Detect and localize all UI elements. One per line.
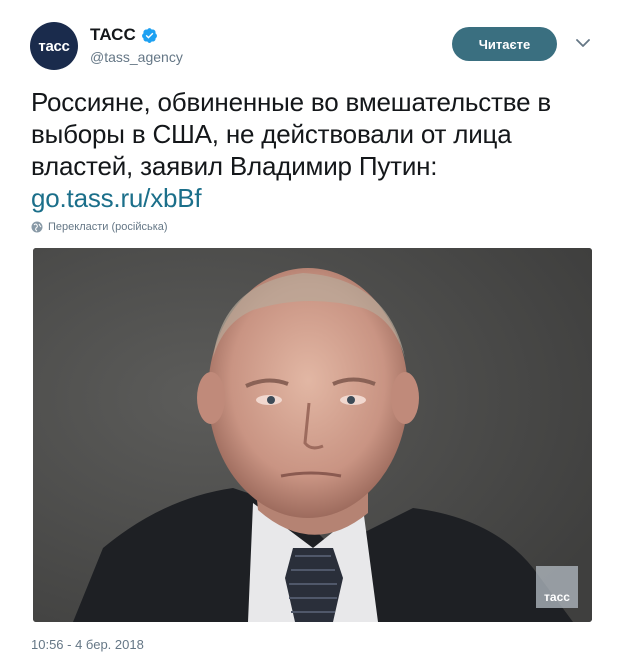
chevron-down-icon[interactable] [576,38,590,48]
tweet-text: Россияне, обвиненные во вмешательстве в … [31,87,551,181]
translate-label[interactable]: Перекласти (російська) [48,221,168,233]
tweet-timestamp[interactable]: 10:56 - 4 бер. 2018 [31,637,144,652]
tweet-text-block: Россияне, обвиненные во вмешательстве в … [31,86,601,214]
display-name[interactable]: ТАСС [90,25,136,45]
tweet-photo[interactable]: тасс [33,248,592,622]
display-name-row: ТАСС [90,25,158,45]
globe-icon [31,221,43,233]
translate-tweet[interactable]: Перекласти (російська) [31,221,168,233]
avatar[interactable]: тасс [30,22,78,70]
following-button[interactable]: Читаєте [452,27,557,61]
watermark-logo: тасс [536,566,578,608]
account-handle[interactable]: @tass_agency [90,49,183,65]
tweet-link[interactable]: go.tass.ru/xbBf [31,182,601,214]
verified-badge-icon [141,27,157,43]
portrait-photo [33,248,592,622]
avatar-logo-text: тасс [38,37,70,55]
